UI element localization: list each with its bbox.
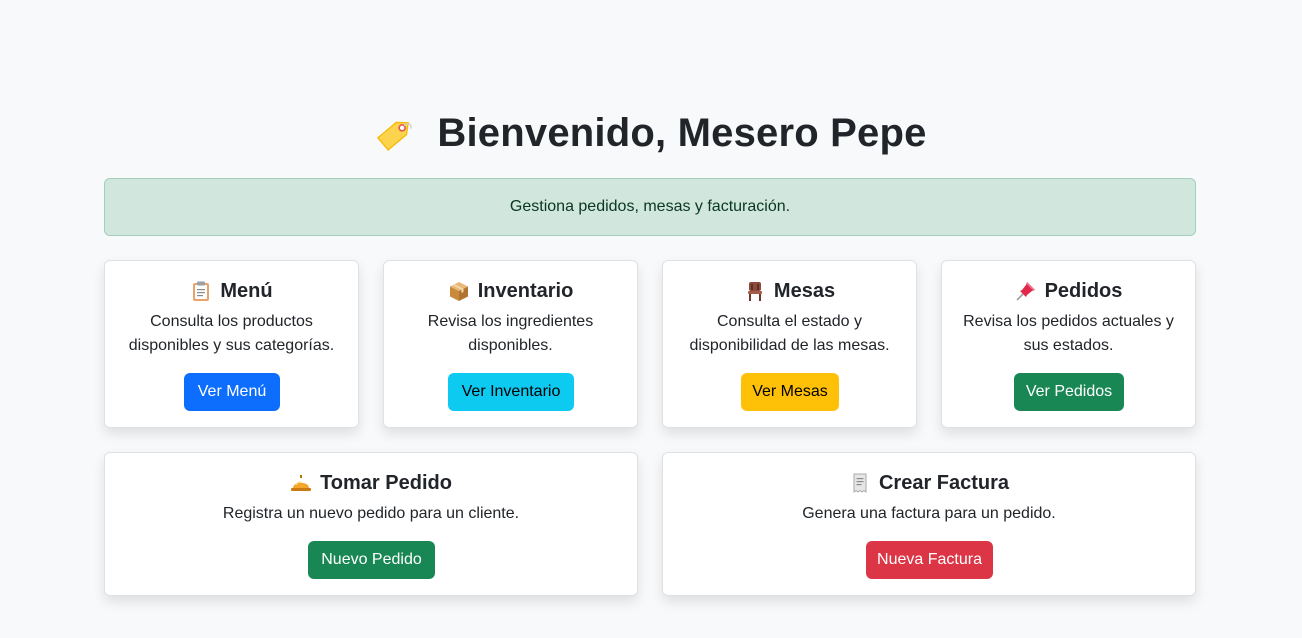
pushpin-icon	[1016, 282, 1035, 301]
mesas-card-header: Mesas	[663, 277, 916, 305]
crear-factura-card-header: Crear Factura	[663, 469, 1195, 497]
mesas-card-title: Mesas	[773, 279, 836, 302]
menu-card-title: Menú	[220, 279, 273, 302]
pedidos-card-desc-line1: Revisa los pedidos actuales y	[963, 313, 1174, 330]
ver-menu-button[interactable]: Ver Menú	[184, 373, 280, 411]
crear-factura-card-description: Genera una factura para un pedido.	[802, 505, 1056, 522]
menu-card-header: Menú	[105, 277, 358, 305]
inventario-card-desc-line1: Revisa los ingredientes	[427, 313, 594, 330]
menu-card-description: Consulta los productos disponibles y sus…	[121, 310, 342, 358]
pedidos-card-header: Pedidos	[942, 277, 1195, 305]
clipboard-icon	[193, 281, 210, 301]
tomar-pedido-card: Tomar Pedido Registra un nuevo pedido pa…	[104, 452, 638, 596]
info-alert-text: Gestiona pedidos, mesas y facturación.	[509, 198, 791, 215]
page-title-text: Bienvenido, Mesero Pepe	[437, 110, 927, 155]
menu-card-desc-line2: disponibles y sus categorías.	[128, 337, 335, 354]
mesas-card: Mesas Consulta el estado y disponibilida…	[662, 260, 917, 428]
mesas-card-desc-line2: disponibilidad de las mesas.	[689, 337, 890, 354]
dashboard-page: Bienvenido, Mesero Pepe Gestiona pedidos…	[0, 0, 1302, 638]
nueva-factura-button[interactable]: Nueva Factura	[866, 541, 993, 579]
ver-inventario-button[interactable]: Ver Inventario	[448, 373, 574, 411]
info-alert: Gestiona pedidos, mesas y facturación.	[104, 178, 1196, 236]
pedidos-card-title: Pedidos	[1044, 279, 1123, 302]
tomar-pedido-card-header: Tomar Pedido	[105, 469, 637, 497]
crear-factura-card-title: Crear Factura	[878, 471, 1010, 494]
receipt-icon	[853, 473, 867, 493]
inventario-card-title: Inventario	[477, 279, 574, 302]
chair-icon	[747, 282, 762, 301]
tag-icon	[377, 121, 413, 151]
pedidos-card-description: Revisa los pedidos actuales y sus estado…	[958, 310, 1179, 358]
inventario-card-description: Revisa los ingredientes disponibles.	[400, 310, 621, 358]
ver-mesas-button[interactable]: Ver Mesas	[741, 373, 839, 411]
inventario-card-desc-line2: disponibles.	[468, 337, 553, 354]
tomar-pedido-card-description: Registra un nuevo pedido para un cliente…	[222, 505, 520, 522]
ver-pedidos-button[interactable]: Ver Pedidos	[1014, 373, 1124, 411]
nuevo-pedido-button[interactable]: Nuevo Pedido	[308, 541, 435, 579]
pedidos-card-desc-line2: sus estados.	[1023, 337, 1114, 354]
mesas-card-description: Consulta el estado y disponibilidad de l…	[679, 310, 900, 358]
pedidos-card: Pedidos Revisa los pedidos actuales y su…	[941, 260, 1196, 428]
inventario-card: Inventario Revisa los ingredientes dispo…	[383, 260, 638, 428]
inventario-card-header: Inventario	[384, 277, 637, 305]
page-title: Bienvenido, Mesero Pepe	[0, 108, 1302, 158]
menu-card: Menú Consulta los productos disponibles …	[104, 260, 359, 428]
crear-factura-card: Crear Factura Genera una factura para un…	[662, 452, 1196, 596]
bellhop-bell-icon	[291, 475, 312, 491]
mesas-card-desc-line1: Consulta el estado y	[717, 313, 862, 330]
tomar-pedido-card-title: Tomar Pedido	[320, 471, 452, 494]
menu-card-desc-line1: Consulta los productos	[150, 313, 313, 330]
package-icon	[449, 282, 468, 301]
